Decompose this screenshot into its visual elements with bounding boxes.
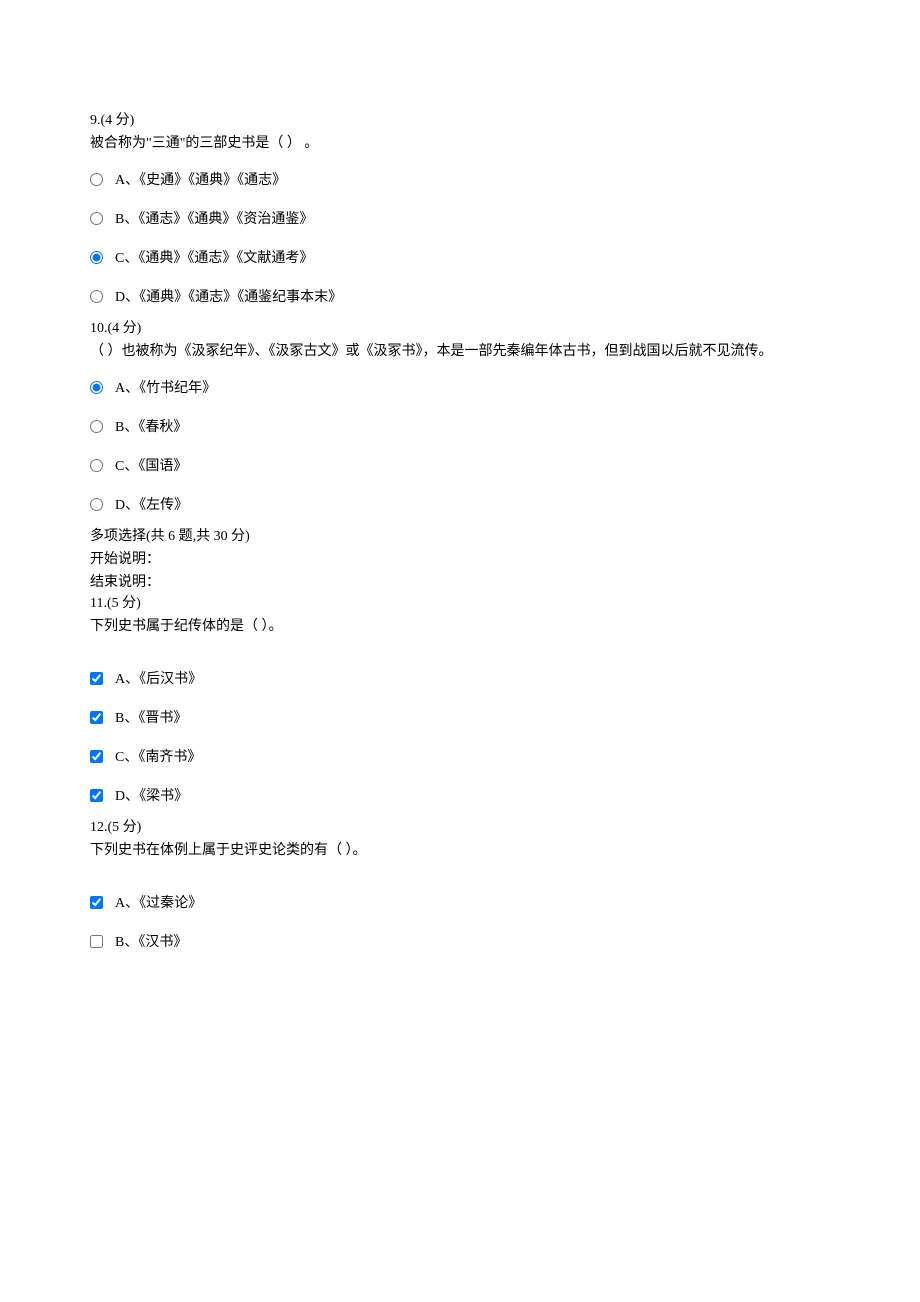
q11-option-d[interactable]: D、《梁书》 (90, 778, 830, 811)
q12-option-b-label: B、《汉书》 (115, 932, 187, 953)
q10-option-a-label: A、《竹书纪年》 (115, 378, 216, 399)
q9-option-c[interactable]: C、《通典》《通志》《文献通考》 (90, 240, 830, 273)
q12-option-a-label: A、《过秦论》 (115, 893, 202, 914)
q9-option-d-label: D、《通典》《通志》《通鉴纪事本末》 (115, 287, 342, 308)
q10-option-c-label: C、《国语》 (115, 456, 187, 477)
section-end: 结束说明： (90, 572, 830, 593)
q11-option-b[interactable]: B、《晋书》 (90, 700, 830, 733)
q9-radio-b[interactable] (90, 212, 103, 225)
q10-radio-b[interactable] (90, 420, 103, 433)
q11-option-c[interactable]: C、《南齐书》 (90, 739, 830, 772)
q12-check-a[interactable] (90, 896, 103, 909)
section-start: 开始说明： (90, 549, 830, 570)
q9-option-b[interactable]: B、《通志》《通典》《资治通鉴》 (90, 201, 830, 234)
q11-stem: 下列史书属于纪传体的是（ ）。 (90, 616, 830, 637)
q11-option-b-label: B、《晋书》 (115, 708, 187, 729)
q12-header: 12.(5 分) (90, 817, 830, 838)
q10-radio-c[interactable] (90, 459, 103, 472)
q10-stem: （ ）也被称为《汲冢纪年》、《汲冢古文》或《汲冢书》，本是一部先秦编年体古书，但… (90, 341, 830, 362)
q9-stem: 被合称为"三通"的三部史书是（ ） 。 (90, 133, 830, 154)
q10-radio-d[interactable] (90, 498, 103, 511)
q11-check-b[interactable] (90, 711, 103, 724)
q10-option-b[interactable]: B、《春秋》 (90, 409, 830, 442)
q9-option-b-label: B、《通志》《通典》《资治通鉴》 (115, 209, 313, 230)
q9-option-d[interactable]: D、《通典》《通志》《通鉴纪事本末》 (90, 279, 830, 312)
q12-option-b[interactable]: B、《汉书》 (90, 924, 830, 957)
q11-check-c[interactable] (90, 750, 103, 763)
q12-check-b[interactable] (90, 935, 103, 948)
q10-option-c[interactable]: C、《国语》 (90, 448, 830, 481)
q9-option-a-label: A、《史通》《通典》《通志》 (115, 170, 286, 191)
q10-option-d[interactable]: D、《左传》 (90, 487, 830, 520)
section-title: 多项选择(共 6 题,共 30 分) (90, 526, 830, 547)
q11-option-a-label: A、《后汉书》 (115, 669, 202, 690)
q11-check-a[interactable] (90, 672, 103, 685)
q10-radio-a[interactable] (90, 381, 103, 394)
q9-option-a[interactable]: A、《史通》《通典》《通志》 (90, 162, 830, 195)
q11-option-d-label: D、《梁书》 (115, 786, 188, 807)
q9-option-c-label: C、《通典》《通志》《文献通考》 (115, 248, 313, 269)
q11-header: 11.(5 分) (90, 593, 830, 614)
q12-stem: 下列史书在体例上属于史评史论类的有（ ）。 (90, 840, 830, 861)
q11-option-c-label: C、《南齐书》 (115, 747, 201, 768)
q10-option-d-label: D、《左传》 (115, 495, 188, 516)
q10-option-a[interactable]: A、《竹书纪年》 (90, 370, 830, 403)
q11-option-a[interactable]: A、《后汉书》 (90, 661, 830, 694)
q9-radio-a[interactable] (90, 173, 103, 186)
q9-radio-d[interactable] (90, 290, 103, 303)
q12-option-a[interactable]: A、《过秦论》 (90, 885, 830, 918)
q9-header: 9.(4 分) (90, 110, 830, 131)
q11-check-d[interactable] (90, 789, 103, 802)
q10-option-b-label: B、《春秋》 (115, 417, 187, 438)
q10-header: 10.(4 分) (90, 318, 830, 339)
q9-radio-c[interactable] (90, 251, 103, 264)
